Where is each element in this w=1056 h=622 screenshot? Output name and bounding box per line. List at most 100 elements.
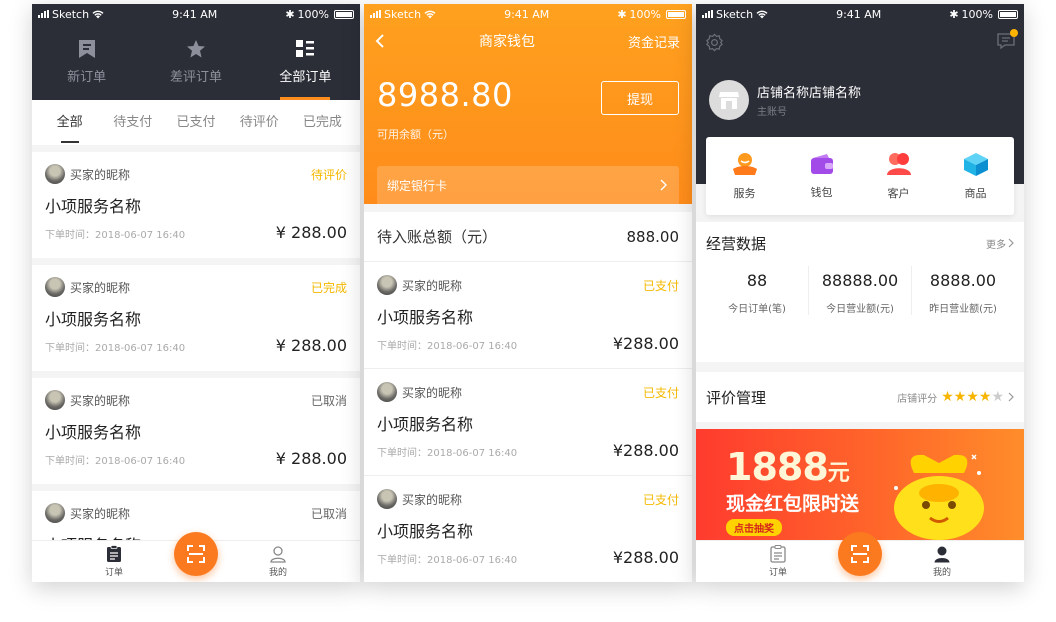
bookmark-icon [78,40,95,58]
carrier-label: Sketch [716,7,754,21]
nav-label: 我的 [268,568,287,578]
shop-avatar[interactable] [709,80,749,120]
order-price: ¥ 288.00 [275,336,347,355]
nav-orders[interactable]: 订单 [748,545,808,578]
battery-percent: 100% [629,7,661,21]
signal-icon [370,10,381,18]
buyer-nickname: 买家的昵称 [70,167,131,182]
stat-caption: 今日订单(笔) [728,304,786,315]
filter-paid[interactable]: 已支付 [164,100,227,145]
service-name: 小项服务名称 [45,197,142,216]
back-arrow-icon[interactable] [374,33,386,49]
transaction-card[interactable]: 买家的昵称 已支付 小项服务名称 下单时间：2018-06-07 16:40 ¥… [364,262,692,369]
shop-rating: 店铺评分 ★★★★★ [897,390,1014,405]
nav-mine[interactable]: 我的 [248,545,308,578]
quick-goods[interactable]: 商品 [946,151,1006,201]
battery-icon [665,9,686,19]
buyer-avatar [45,390,65,410]
storefront-icon [719,92,739,109]
settings-gear-icon[interactable] [705,33,724,52]
user-icon [934,546,950,563]
order-status: 已取消 [310,393,347,408]
filter-completed[interactable]: 已完成 [291,100,354,145]
buyer-avatar [377,275,397,295]
status-bar: Sketch 9:41 AM ✱ 100% [364,4,692,24]
order-price: ¥ 288.00 [275,223,347,242]
service-name: 小项服务名称 [45,423,142,442]
rating-star-icon: ★ [978,389,992,405]
stat-value: 88888.00 [821,271,899,290]
nav-label: 订单 [768,568,787,578]
stat-value: 8888.00 [929,271,997,290]
wallet-nav-bar: 商家钱包 资金记录 [364,24,692,58]
quick-service[interactable]: 服务 [715,151,775,201]
wallet-icon [810,154,833,174]
transaction-card[interactable]: 买家的昵称 已支付 小项服务名称 下单时间：2018-06-07 16:40 ¥… [364,369,692,476]
chevron-right-icon [1008,392,1014,402]
scan-button[interactable] [838,532,882,576]
nav-orders[interactable]: 订单 [84,545,144,578]
more-link[interactable]: 更多 [986,236,1014,251]
section-title: 经营数据 [706,234,767,253]
filter-unpaid[interactable]: 待支付 [101,100,164,145]
service-name: 小项服务名称 [377,415,474,434]
lucky-draw-button[interactable]: 点击抽奖 [726,519,782,536]
buyer-avatar [377,489,397,509]
stat-caption: 昨日营业额(元) [929,304,997,315]
rating-star-icon: ★ [941,389,954,405]
wifi-icon [92,10,104,18]
transaction-status: 已支付 [642,385,679,400]
filter-all[interactable]: 全部 [38,100,101,145]
order-card[interactable]: 买家的昵称 已完成 小项服务名称 下单时间：2018-06-07 16:40 ¥… [32,265,360,371]
filter-to-review[interactable]: 待评价 [228,100,291,145]
review-management-row[interactable]: 评价管理 店铺评分 ★★★★★ [696,372,1024,422]
pending-total-row: 待入账总额（元） 888.00 [364,212,692,262]
tab-label: 新订单 [67,70,107,85]
service-name: 小项服务名称 [377,522,474,541]
bind-bank-card-row[interactable]: 绑定银行卡 [377,166,679,204]
order-time: 下单时间：2018-06-07 16:40 [377,555,518,566]
tab-new-orders[interactable]: 新订单 [32,24,141,100]
service-name: 小项服务名称 [377,308,474,327]
buyer-nickname: 买家的昵称 [70,506,131,521]
goods-box-icon [963,153,988,176]
transaction-price: ¥288.00 [612,441,679,460]
quick-actions: 服务 钱包 客户 商品 [706,137,1014,215]
fund-records-link[interactable]: 资金记录 [628,32,680,51]
stat-yesterday-revenue[interactable]: 8888.00 昨日营业额(元) [911,266,1014,315]
quick-wallet[interactable]: 钱包 [792,152,852,200]
stat-today-orders[interactable]: 88 今日订单(笔) [706,266,808,315]
stat-value: 88 [746,271,768,290]
available-balance: 8988.80 [377,76,513,114]
quick-label: 钱包 [810,186,833,199]
page-title: 商家钱包 [478,34,535,50]
quick-label: 客户 [887,187,910,200]
nav-mine[interactable]: 我的 [912,545,972,578]
order-type-tabs: 新订单 差评订单 全部订单 [32,24,360,100]
order-time: 下单时间：2018-06-07 16:40 [377,341,518,352]
order-time: 下单时间：2018-06-07 16:40 [45,343,186,354]
order-status: 已完成 [310,280,347,295]
order-price: ¥ 288.00 [275,449,347,468]
order-status: 已取消 [310,506,347,521]
rating-stars: ★★★★★ [941,390,1004,404]
withdraw-button[interactable]: 提现 [601,81,679,115]
order-card[interactable]: 买家的昵称 已取消 小项服务名称 下单时间：2018-06-07 16:40 ¥… [32,378,360,484]
nav-label: 我的 [932,568,951,578]
scan-button[interactable] [174,532,218,576]
transaction-card[interactable]: 买家的昵称 已支付 小项服务名称 下单时间：2018-06-07 16:40 ¥… [364,476,692,582]
tab-all-orders[interactable]: 全部订单 [251,24,360,100]
orders-screen: Sketch 9:41 AM ✱ 100% 新订单 差评订单 全部订单 全部 待… [32,4,360,582]
transaction-status: 已支付 [642,278,679,293]
order-card[interactable]: 买家的昵称 待评价 小项服务名称 下单时间：2018-06-07 16:40 ¥… [32,152,360,258]
transaction-price: ¥288.00 [612,548,679,567]
notification-dot [1010,29,1018,37]
stat-today-revenue[interactable]: 88888.00 今日营业额(元) [808,266,911,315]
banner-slogan: 现金红包限时送 [726,493,860,515]
wifi-icon [756,10,768,18]
bluetooth-icon: ✱ [949,7,959,21]
tab-bad-review-orders[interactable]: 差评订单 [141,24,250,100]
tab-label: 差评订单 [169,70,222,85]
signal-icon [702,10,713,18]
quick-customers[interactable]: 客户 [869,151,929,201]
